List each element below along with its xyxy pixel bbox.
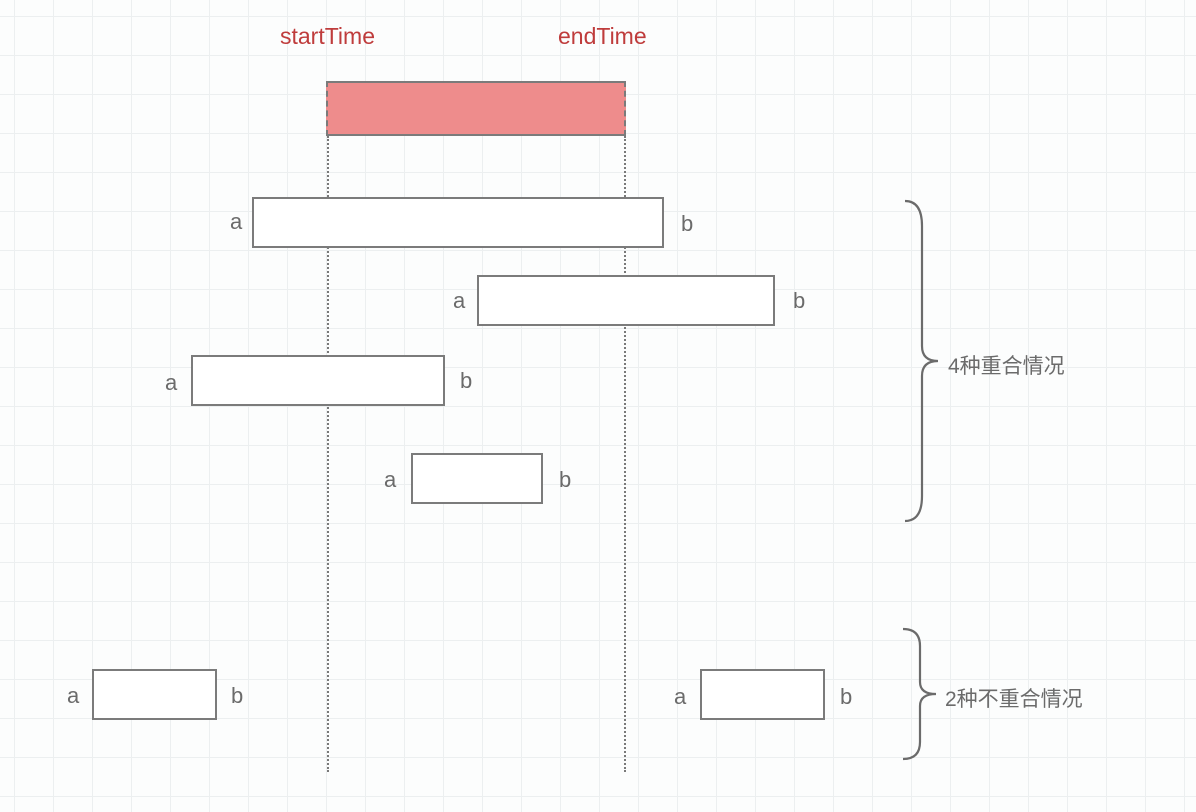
overlap-group-label: 4种重合情况 [948,350,1065,380]
nonoverlap1-b: b [231,685,243,707]
overlap1-b: b [681,213,693,235]
overlap4-a: a [384,469,396,491]
brace-nonoverlap [898,624,938,764]
overlap4-box [411,453,543,504]
reference-interval-box [326,81,626,136]
overlap3-b: b [460,370,472,392]
brace-overlap [900,196,940,526]
overlap2-a: a [453,290,465,312]
overlap1-a: a [230,211,242,233]
overlap1-box [252,197,664,248]
diagram-stage: startTime endTime a b a b a b a b a b a … [0,0,1196,812]
nonoverlap1-a: a [67,685,79,707]
overlap4-b: b [559,469,571,491]
overlap3-a: a [165,372,177,394]
nonoverlap-group-label: 2种不重合情况 [945,683,1083,713]
start-time-label: startTime [280,25,375,48]
overlap3-box [191,355,445,406]
end-time-label: endTime [558,25,647,48]
overlap2-b: b [793,290,805,312]
nonoverlap2-b: b [840,686,852,708]
nonoverlap2-box [700,669,825,720]
overlap2-box [477,275,775,326]
nonoverlap2-a: a [674,686,686,708]
nonoverlap1-box [92,669,217,720]
